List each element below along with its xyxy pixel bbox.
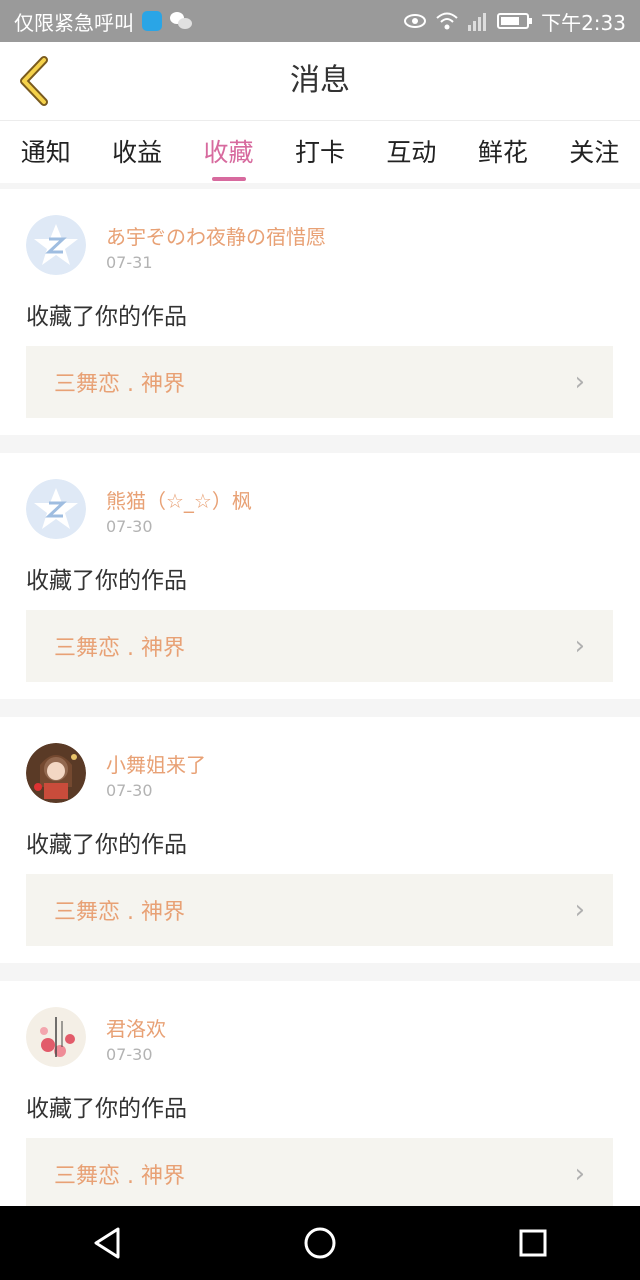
eye-icon (404, 14, 427, 28)
status-right: 下午2:33 (403, 7, 626, 36)
date: 07-30 (106, 781, 153, 800)
message-text: 收藏了你的作品 (26, 1096, 187, 1122)
message-text: 收藏了你的作品 (26, 304, 187, 330)
message-text: 收藏了你的作品 (26, 832, 187, 858)
back-triangle-icon (94, 1227, 120, 1259)
battery-icon (497, 13, 533, 29)
work-link[interactable]: 三舞恋 . 神界 › (26, 1138, 613, 1210)
active-tab-indicator (211, 177, 246, 181)
list-item: 君洛欢 07-30 收藏了你的作品 三舞恋 . 神界 › (0, 981, 640, 1227)
avatar[interactable] (26, 743, 86, 803)
tab-interaction[interactable]: 互动 (386, 121, 436, 169)
tab-earnings[interactable]: 收益 (112, 121, 162, 169)
nav-back-button[interactable] (77, 1213, 137, 1273)
work-link[interactable]: 三舞恋 . 神界 › (26, 874, 613, 946)
work-title: 三舞恋 . 神界 (54, 1164, 185, 1189)
status-left: 仅限紧急呼叫 (14, 7, 192, 36)
work-title: 三舞恋 . 神界 (54, 372, 185, 397)
chevron-right-icon: › (574, 895, 585, 925)
date: 07-30 (106, 517, 153, 536)
work-title: 三舞恋 . 神界 (54, 900, 185, 925)
tab-notice[interactable]: 通知 (21, 121, 71, 169)
wifi-icon (436, 12, 458, 30)
date: 07-30 (106, 1045, 153, 1064)
list-item: 熊猫（☆_☆）枫 07-30 收藏了你的作品 三舞恋 . 神界 › (0, 453, 640, 699)
nav-home-button[interactable] (290, 1213, 350, 1273)
user-photo-icon (26, 743, 86, 803)
message-text: 收藏了你的作品 (26, 568, 187, 594)
navigation-bar (0, 1206, 640, 1280)
avatar[interactable] (26, 1007, 86, 1067)
header: 消息 (0, 42, 640, 121)
status-bar: 仅限紧急呼叫 下午2:33 (0, 0, 640, 42)
user-name[interactable]: 小舞姐来了 (106, 749, 206, 778)
tab-flowers[interactable]: 鲜花 (478, 121, 528, 169)
avatar[interactable] (26, 215, 86, 275)
chevron-right-icon: › (574, 367, 585, 397)
user-name[interactable]: 君洛欢 (106, 1013, 166, 1042)
home-circle-icon (304, 1227, 336, 1259)
work-link[interactable]: 三舞恋 . 神界 › (26, 346, 613, 418)
tab-follow[interactable]: 关注 (569, 121, 619, 169)
nav-recent-button[interactable] (503, 1213, 563, 1273)
recent-square-icon (519, 1229, 547, 1257)
shield-icon (142, 11, 162, 31)
user-name[interactable]: 熊猫（☆_☆）枫 (106, 485, 252, 514)
avatar[interactable] (26, 479, 86, 539)
work-title: 三舞恋 . 神界 (54, 636, 185, 661)
tab-checkin[interactable]: 打卡 (295, 121, 345, 169)
tab-favorites[interactable]: 收藏 (204, 121, 254, 181)
list-item: 小舞姐来了 07-30 收藏了你的作品 三舞恋 . 神界 › (0, 717, 640, 963)
user-name[interactable]: あ宇ぞのわ夜静の宿惜愿 (106, 221, 326, 250)
page-title: 消息 (290, 63, 350, 98)
default-avatar-icon (26, 215, 86, 275)
tab-bar: 通知 收益 收藏 打卡 互动 鲜花 关注 (0, 121, 640, 183)
default-avatar-icon (26, 479, 86, 539)
date: 07-31 (106, 253, 153, 272)
work-link[interactable]: 三舞恋 . 神界 › (26, 610, 613, 682)
signal-icon (468, 13, 487, 31)
flower-avatar-icon (26, 1007, 86, 1067)
list-item: あ宇ぞのわ夜静の宿惜愿 07-31 收藏了你的作品 三舞恋 . 神界 › (0, 189, 640, 435)
carrier-text: 仅限紧急呼叫 (14, 10, 134, 35)
chevron-right-icon: › (574, 1159, 585, 1189)
message-list: あ宇ぞのわ夜静の宿惜愿 07-31 收藏了你的作品 三舞恋 . 神界 › 熊猫（… (0, 189, 640, 1245)
chevron-right-icon: › (574, 631, 585, 661)
wechat-icon (170, 12, 192, 30)
status-time: 下午2:33 (541, 10, 626, 35)
